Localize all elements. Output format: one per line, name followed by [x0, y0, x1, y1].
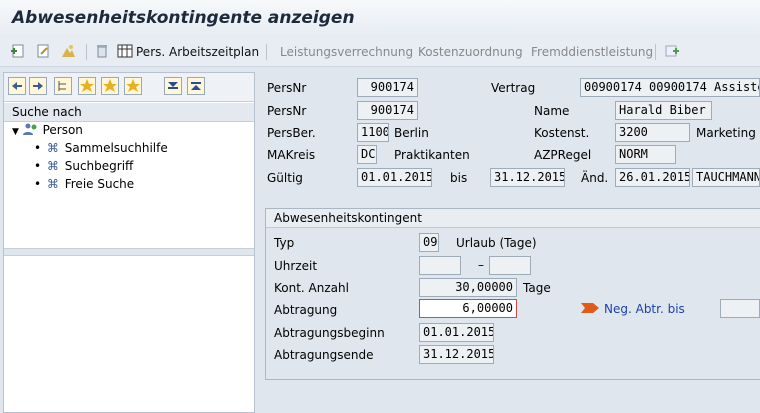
persber-field[interactable]: 1100 [357, 123, 389, 142]
neg-abtr-field[interactable] [720, 299, 760, 318]
uhrzeit-separator: – [478, 258, 484, 272]
abtragung-label: Abtragung [274, 303, 338, 317]
persnr-label-2: PersNr [267, 104, 307, 118]
navigation-toolbar [4, 73, 254, 102]
bullet-icon: • [34, 141, 42, 155]
title-bar: Abwesenheitskontingente anzeigen [0, 0, 760, 39]
create-icon[interactable] [10, 43, 26, 59]
bullet-icon: • [34, 159, 42, 173]
forward-arrow-icon[interactable] [29, 77, 47, 95]
toolbar-separator [266, 44, 267, 60]
azpregel-label: AZPRegel [534, 148, 592, 162]
gueltig-label: Gültig [267, 171, 303, 185]
group-title: Abwesenheitskontingent [274, 211, 422, 225]
kostenst-text: Marketing [696, 126, 756, 140]
persber-label: PersBer. [267, 126, 316, 140]
tree-label: Suchbegriff [64, 159, 134, 173]
anzahl-label: Kont. Anzahl [274, 281, 349, 295]
abtragung-field[interactable]: 6,00000 [419, 299, 517, 318]
typ-field[interactable]: 09 [419, 233, 439, 252]
expand-icon[interactable] [164, 77, 182, 95]
name-field[interactable]: Harald Biber [615, 101, 712, 120]
ende-label: Abtragungsende [274, 348, 374, 362]
arrow-flag-icon [581, 303, 599, 313]
makreis-field[interactable]: DC [357, 145, 377, 164]
search-header: Suche nach [4, 103, 254, 122]
change-icon[interactable] [35, 43, 51, 59]
add-icon[interactable] [664, 43, 680, 59]
page-title: Abwesenheitskontingente anzeigen [12, 8, 355, 28]
ende-field[interactable]: 31.12.2015 [419, 345, 494, 364]
persber-text: Berlin [394, 126, 429, 140]
aend-label: Änd. [581, 171, 609, 185]
anzahl-field[interactable]: 30,00000 [419, 278, 517, 297]
beginn-label: Abtragungsbeginn [274, 326, 385, 340]
aend-user-field[interactable]: TAUCHMANN [692, 168, 760, 187]
vertrag-label: Vertrag [491, 81, 536, 95]
typ-label: Typ [274, 236, 295, 250]
tree-node-person[interactable]: ▼ Person [12, 123, 83, 137]
kostenst-field[interactable]: 3200 [615, 123, 690, 142]
beginn-field[interactable]: 01.01.2015 [419, 323, 494, 342]
persnr-label: PersNr [267, 81, 307, 95]
application-toolbar: Pers. Arbeitszeitplan Leistungsverrechnu… [0, 38, 760, 67]
favorite-icon[interactable] [101, 77, 119, 95]
gueltig-von-field[interactable]: 01.01.2015 [357, 168, 432, 187]
panel-splitter[interactable] [4, 248, 254, 256]
makreis-text: Praktikanten [394, 148, 470, 162]
neg-abtr-link[interactable]: Neg. Abtr. bis [604, 302, 685, 316]
favorite-edit-icon[interactable] [124, 77, 142, 95]
bullet-icon: • [34, 177, 42, 191]
tree-node-sammelsuchhilfe[interactable]: • ⌘ Sammelsuchhilfe [34, 141, 168, 155]
schedule-icon[interactable] [117, 43, 133, 59]
tree-node-freie-suche[interactable]: • ⌘ Freie Suche [34, 177, 134, 191]
name-label: Name [534, 104, 570, 118]
collapse-icon[interactable] [187, 77, 205, 95]
search-header-label: Suche nach [12, 105, 82, 119]
binoculars-icon: ⌘ [46, 177, 59, 191]
navigation-panel: Suche nach ▼ Person • ⌘ Sammelsuchhilfe … [3, 72, 255, 413]
delete-icon[interactable] [94, 43, 110, 59]
tree-label: Freie Suche [64, 177, 135, 191]
azpregel-field[interactable]: NORM [615, 145, 676, 164]
uhrzeit-label: Uhrzeit [274, 259, 318, 273]
favorite-add-icon[interactable] [78, 77, 96, 95]
toolbar-separator [86, 44, 87, 60]
leistungsverrechnung-button[interactable]: Leistungsverrechnung [280, 45, 413, 59]
tree-icon[interactable] [54, 77, 72, 95]
tree-label: Sammelsuchhilfe [64, 141, 168, 155]
kostenst-label: Kostenst. [534, 126, 590, 140]
uhrzeit-von-field[interactable] [419, 256, 461, 275]
tree-label-person: Person [42, 123, 83, 137]
binoculars-icon: ⌘ [46, 159, 59, 173]
binoculars-icon: ⌘ [46, 141, 59, 155]
bis-label: bis [450, 171, 468, 185]
gueltig-bis-field[interactable]: 31.12.2015 [490, 168, 565, 187]
expand-triangle-icon[interactable]: ▼ [12, 127, 19, 137]
uhrzeit-bis-field[interactable] [489, 256, 531, 275]
fremddienstleistung-button[interactable]: Fremddienstleistung [531, 45, 653, 59]
arbeitszeitplan-button[interactable]: Pers. Arbeitszeitplan [136, 45, 259, 59]
back-arrow-icon[interactable] [8, 77, 26, 95]
persnr-field-2[interactable]: 900174 [357, 101, 418, 120]
persnr-field[interactable]: 900174 [357, 78, 418, 97]
anzahl-unit: Tage [523, 281, 551, 295]
aend-datum-field[interactable]: 26.01.2015 [615, 168, 690, 187]
kostenzuordnung-button[interactable]: Kostenzuordnung [418, 45, 523, 59]
tree-node-suchbegriff[interactable]: • ⌘ Suchbegriff [34, 159, 133, 173]
person-icon [22, 123, 37, 135]
makreis-label: MAKreis [267, 148, 316, 162]
display-icon[interactable] [60, 43, 76, 59]
group-header: Abwesenheitskontingent [266, 209, 760, 228]
toolbar-separator [655, 44, 656, 60]
vertrag-field[interactable]: 00900174 00900174 Assistent M [580, 78, 760, 97]
typ-text: Urlaub (Tage) [456, 236, 537, 250]
